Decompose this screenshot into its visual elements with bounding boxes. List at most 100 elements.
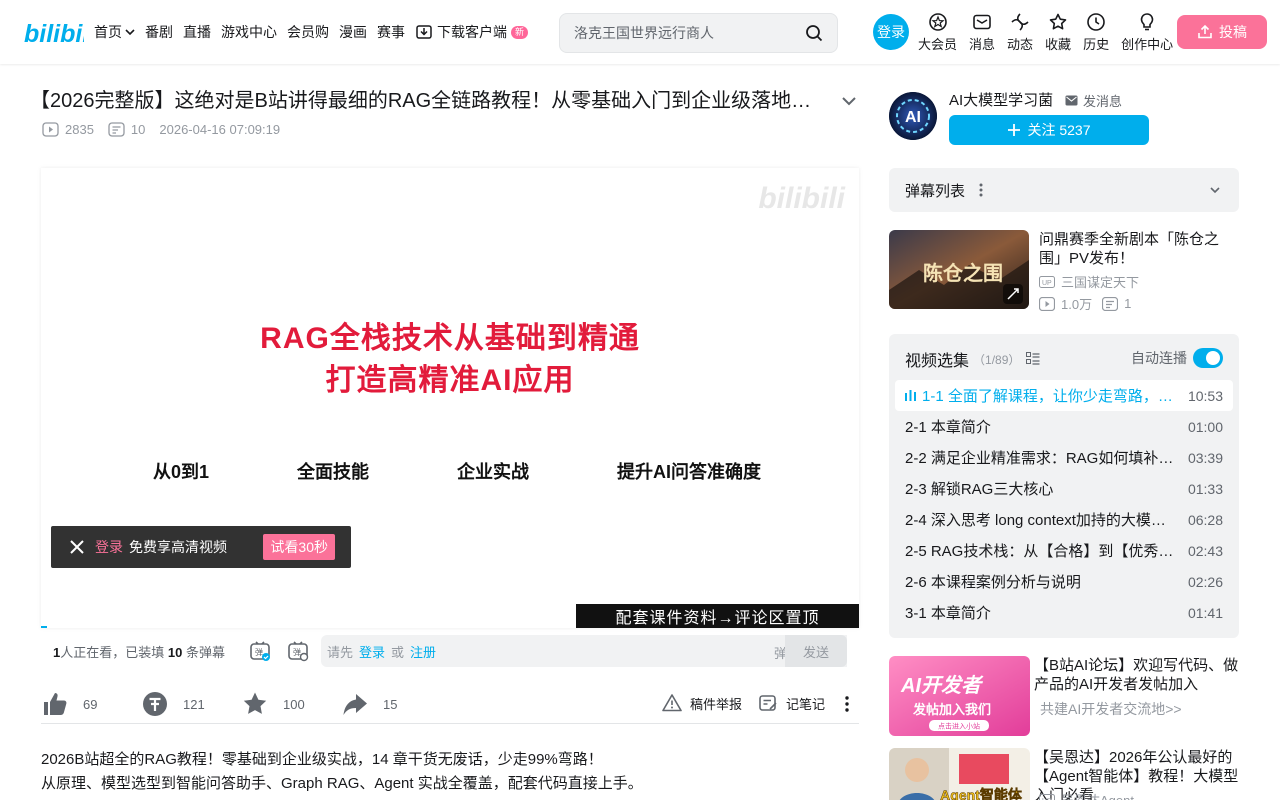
nav-dynamic[interactable]: 动态: [1007, 12, 1033, 56]
favorite-icon: [1049, 13, 1067, 30]
favorite-button[interactable]: 100: [241, 690, 305, 718]
history-icon: [1087, 13, 1105, 31]
notes-icon: [759, 695, 777, 711]
bilibili-logo[interactable]: bilibili: [24, 16, 84, 48]
up-icon: UP: [1039, 793, 1055, 800]
upload-button[interactable]: 投稿: [1177, 15, 1267, 49]
progress-bar[interactable]: [41, 626, 47, 628]
plus-icon: [1008, 124, 1021, 136]
playlist-episode[interactable]: 2-4 深入思考 long context加持的大模型还需要RAG吗06:28: [895, 504, 1233, 535]
login-avatar-button[interactable]: 登录: [873, 14, 909, 50]
slide-heading-1: RAG全栈技术从基础到精通: [260, 322, 640, 355]
close-icon[interactable]: [69, 539, 85, 555]
video-info: 2835 10 2026-04-16 07:09:19: [42, 122, 294, 137]
chevron-down-icon: [125, 29, 135, 36]
danmaku-login-link[interactable]: 登录: [359, 642, 385, 661]
slide-feature: 提升AI问答准确度: [617, 462, 761, 482]
slide-feature: 从0到1: [153, 462, 210, 482]
nav-manga[interactable]: 漫画: [339, 22, 367, 42]
svg-text:bilibili: bilibili: [24, 20, 84, 48]
uploader-avatar[interactable]: AI: [889, 92, 937, 140]
nav-esports[interactable]: 赛事: [377, 22, 405, 42]
danmaku-count: 10: [108, 122, 145, 137]
main-nav: 首页 番剧 直播 游戏中心 会员购 漫画 赛事 下载客户端 新: [94, 0, 538, 64]
video-description: 2026B站超全的RAG教程！零基础到企业级实战，14 章干货无废话，少走99%…: [41, 748, 643, 796]
download-icon: [416, 25, 432, 39]
chevron-down-icon[interactable]: [1209, 184, 1221, 196]
rec-thumbnail-image: 陈仓之围: [889, 230, 1029, 309]
ad-thumbnail[interactable]: AI开发者 发帖加入我们 点击进入小站: [889, 656, 1030, 736]
rec-uploader[interactable]: UP 吴恩达Agent: [1039, 790, 1134, 800]
report-button[interactable]: 稿件举报: [662, 693, 742, 713]
share-button[interactable]: 15: [341, 690, 397, 718]
notes-button[interactable]: 记笔记: [758, 693, 825, 713]
autoplay-switch[interactable]: [1193, 348, 1223, 368]
view-count: 2835: [42, 122, 94, 137]
nav-download-client[interactable]: 下载客户端 新: [415, 22, 529, 42]
nav-game-center[interactable]: 游戏中心: [221, 22, 277, 42]
danmaku-icon: [108, 122, 125, 137]
like-button[interactable]: 69: [41, 690, 97, 718]
play-count-icon: [1039, 296, 1055, 311]
search-input[interactable]: [566, 19, 796, 47]
playlist-episode[interactable]: 2-3 解锁RAG三大核心 01:33: [895, 473, 1233, 504]
playlist-panel: 视频选集 （1/89） 自动连播 1-1 全面了解课程，让你少走弯路，快速入门 …: [889, 334, 1239, 638]
nav-vip[interactable]: 大会员: [918, 12, 957, 56]
playlist-episode[interactable]: 3-1 本章简介 01:41: [895, 597, 1233, 628]
playing-icon: [905, 390, 916, 401]
nav-anime[interactable]: 番剧: [145, 22, 173, 42]
danmaku-input[interactable]: 请先 登录 或 注册 弹幕礼仪: [321, 635, 847, 667]
list-view-icon[interactable]: [1026, 352, 1040, 366]
ad-title[interactable]: 【B站AI论坛】欢迎写代码、做产品的AI开发者发帖加入: [1034, 656, 1239, 694]
player-watermark: bilibili: [758, 182, 845, 215]
share-icon: [343, 694, 367, 715]
playlist-episode[interactable]: 2-1 本章简介 01:00: [895, 411, 1233, 442]
warning-icon: [662, 694, 682, 712]
try-30s-button[interactable]: 试看30秒: [263, 534, 335, 560]
svg-text:弹: 弹: [255, 647, 263, 657]
rec-uploader[interactable]: UP 三国谋定天下: [1039, 272, 1139, 291]
rec-thumbnail-image: Agent智能体: [889, 748, 1030, 800]
coin-icon: [143, 692, 167, 716]
toast-login-link[interactable]: 登录: [95, 537, 123, 557]
rec-thumbnail[interactable]: Agent智能体: [889, 748, 1030, 800]
danmaku-toggle-icon[interactable]: 弹: [249, 640, 271, 662]
ad-subtitle[interactable]: 共建AI开发者交流地>>: [1040, 699, 1182, 719]
top-header: bilibili 首页 番剧 直播 游戏中心 会员购 漫画 赛事 下载客户端 新…: [0, 0, 1280, 64]
nav-home[interactable]: 首页: [94, 22, 135, 42]
video-player[interactable]: bilibili RAG全栈技术从基础到精通 打造高精准AI应用 从0到1 全面…: [41, 168, 859, 628]
expand-title-icon[interactable]: [840, 92, 858, 110]
nav-history[interactable]: 历史: [1083, 12, 1109, 56]
follow-button[interactable]: 关注 5237: [949, 115, 1149, 145]
danmaku-settings-icon[interactable]: 弹: [287, 640, 309, 662]
slide-feature: 企业实战: [457, 462, 529, 482]
autoplay-toggle[interactable]: 自动连播: [1131, 348, 1223, 368]
send-message-button[interactable]: 发消息: [1065, 91, 1122, 110]
playlist-header: 视频选集 （1/89）: [905, 347, 1040, 371]
nav-favorite[interactable]: 收藏: [1045, 12, 1071, 56]
new-badge: 新: [511, 25, 529, 39]
nav-mall[interactable]: 会员购: [287, 22, 329, 42]
danmaku-send-button[interactable]: 发送: [785, 635, 847, 667]
uploader-name[interactable]: AI大模型学习菌: [949, 89, 1053, 110]
danmaku-register-link[interactable]: 注册: [410, 642, 436, 661]
more-options-icon[interactable]: [837, 694, 857, 714]
vip-icon: [928, 13, 947, 31]
search-icon[interactable]: [805, 24, 823, 42]
playlist-episode[interactable]: 2-2 满足企业精准需求：RAG如何填补大模型的不足03:39: [895, 442, 1233, 473]
nav-live[interactable]: 直播: [183, 22, 211, 42]
playlist-episode[interactable]: 2-6 本课程案例分析与说明 02:26: [895, 566, 1233, 597]
playlist-episode[interactable]: 2-5 RAG技术栈：从【合格】到【优秀】的进阶02:43: [895, 535, 1233, 566]
rec-thumbnail[interactable]: 陈仓之围: [889, 230, 1029, 309]
svg-text:陈仓之围: 陈仓之围: [923, 261, 1003, 285]
coin-button[interactable]: 121: [141, 690, 205, 718]
more-vertical-icon[interactable]: [979, 183, 983, 197]
danmaku-list-panel[interactable]: 弹幕列表: [889, 168, 1239, 212]
nav-creator-center[interactable]: 创作中心: [1121, 12, 1173, 56]
uploader-avatar-image: AI: [889, 92, 937, 140]
description-line: 从原理、模型选型到智能问答助手、Graph RAG、Agent 实战全覆盖，配套…: [41, 775, 643, 792]
nav-message[interactable]: 消息: [969, 12, 995, 56]
playlist-episode[interactable]: 1-1 全面了解课程，让你少走弯路，快速入门 10:53: [895, 380, 1233, 411]
svg-text:AI: AI: [905, 109, 921, 126]
rec-title[interactable]: 问鼎赛季全新剧本「陈仓之围」PV发布！: [1039, 230, 1239, 268]
